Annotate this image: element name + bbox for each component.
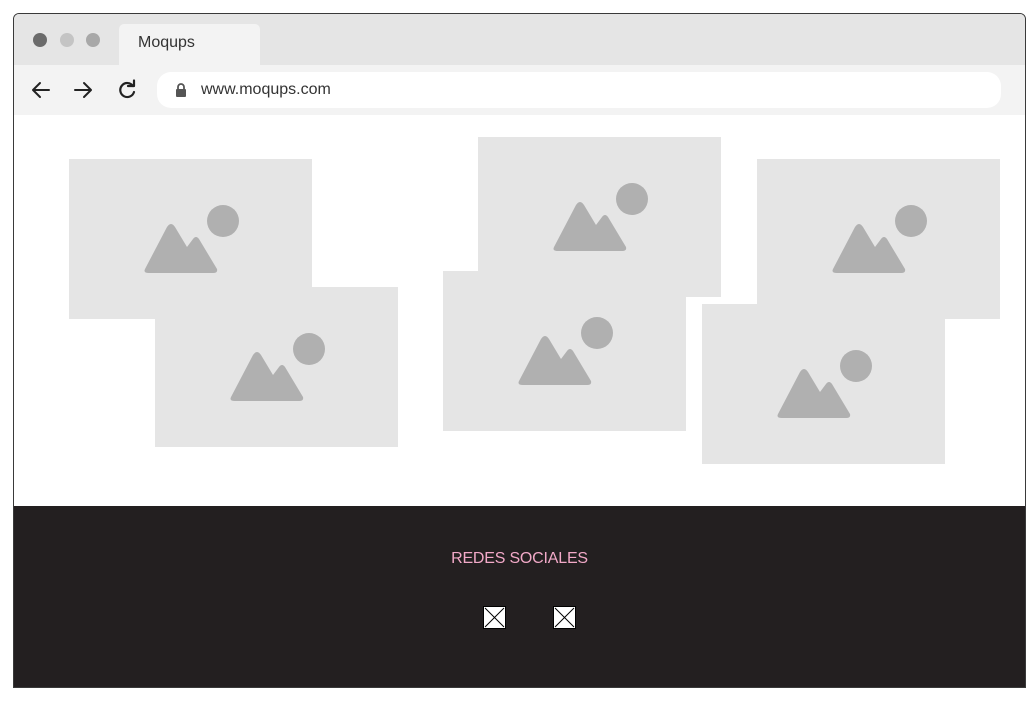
forward-button[interactable] <box>72 79 94 101</box>
broken-image-icon <box>553 606 576 629</box>
reload-button[interactable] <box>116 79 138 101</box>
arrow-left-icon <box>32 82 50 98</box>
image-icon <box>230 333 325 401</box>
image-placeholder-4 <box>443 271 686 431</box>
browser-tab[interactable]: Moqups <box>119 24 260 65</box>
image-icon <box>777 350 872 418</box>
maximize-window-dot[interactable] <box>86 33 100 47</box>
image-icon <box>832 205 927 273</box>
tab-title: Moqups <box>138 34 195 51</box>
arrow-right-icon <box>74 82 92 98</box>
image-icon <box>553 183 648 251</box>
close-window-dot[interactable] <box>33 33 47 47</box>
reload-icon <box>119 79 136 99</box>
footer: REDES SOCIALES <box>14 506 1025 687</box>
page-content <box>14 115 1025 506</box>
image-icon <box>144 205 239 273</box>
image-placeholder-6 <box>702 304 945 464</box>
social-link-2[interactable] <box>553 606 576 629</box>
image-icon <box>518 317 613 385</box>
tab-bar: Moqups <box>14 14 1025 65</box>
lock-icon <box>176 83 186 97</box>
url-text: www.moqups.com <box>201 81 331 98</box>
social-link-1[interactable] <box>483 606 506 629</box>
footer-title: REDES SOCIALES <box>451 550 588 567</box>
image-placeholder-5 <box>757 159 1000 319</box>
address-bar[interactable]: www.moqups.com <box>157 72 1001 108</box>
browser-toolbar: www.moqups.com <box>14 65 1025 115</box>
browser-window: Moqups www.moqups.com REDES SOCIALES <box>13 13 1026 688</box>
image-placeholder-2 <box>155 287 398 447</box>
back-button[interactable] <box>30 79 52 101</box>
broken-image-icon <box>483 606 506 629</box>
minimize-window-dot[interactable] <box>60 33 74 47</box>
